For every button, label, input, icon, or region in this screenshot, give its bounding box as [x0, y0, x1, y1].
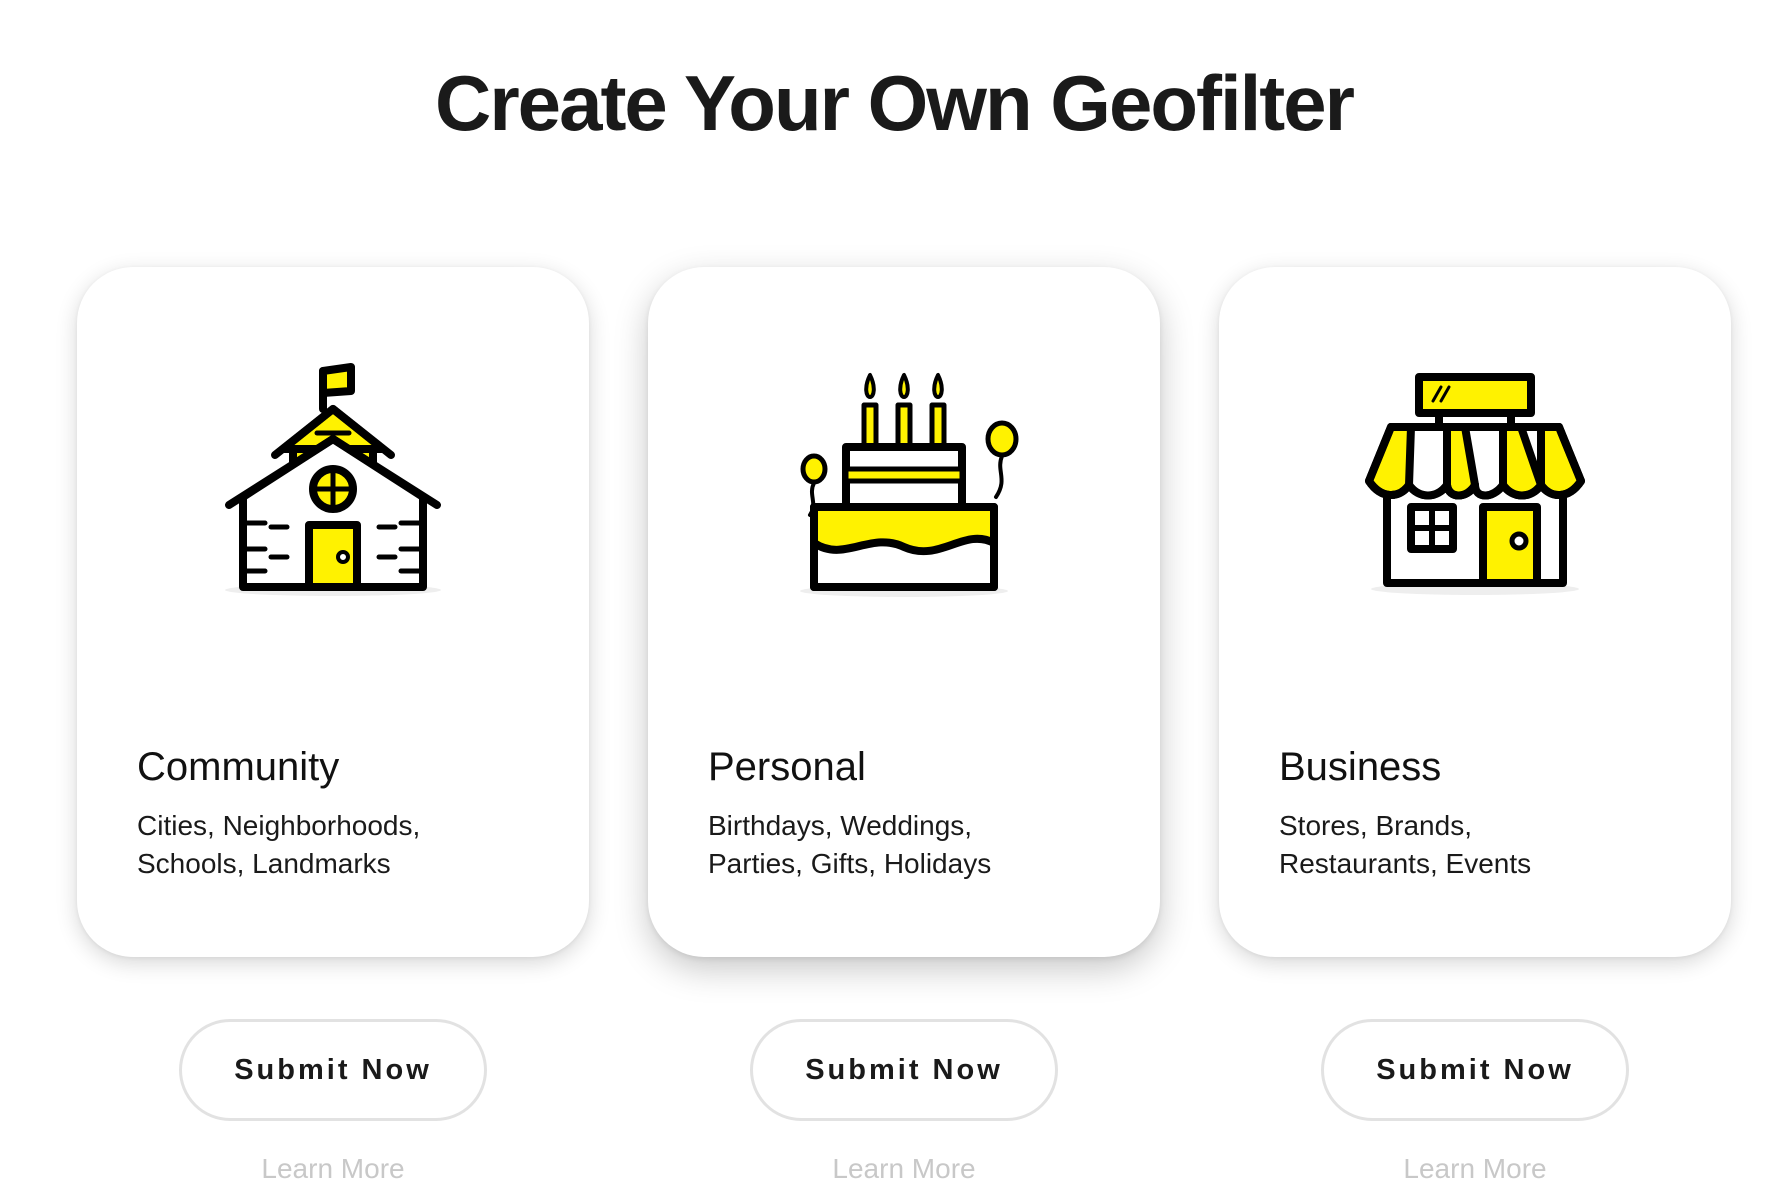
birthday-cake-icon	[784, 357, 1024, 597]
learn-more-link[interactable]: Learn More	[1219, 1153, 1731, 1185]
geofilter-options: Community Cities, Neighborhoods, Schools…	[0, 267, 1788, 1184]
business-option: Business Stores, Brands, Restaurants, Ev…	[1219, 267, 1731, 1184]
card-description-line: Cities, Neighborhoods,	[137, 810, 421, 841]
business-card[interactable]: Business Stores, Brands, Restaurants, Ev…	[1219, 267, 1731, 957]
personal-card[interactable]: Personal Birthdays, Weddings, Parties, G…	[648, 267, 1160, 957]
card-description: Cities, Neighborhoods, Schools, Landmark…	[137, 807, 557, 883]
submit-now-button[interactable]: Submit Now	[1321, 1019, 1629, 1121]
card-description-line: Restaurants, Events	[1279, 848, 1532, 879]
schoolhouse-icon	[213, 357, 453, 597]
community-option: Community Cities, Neighborhoods, Schools…	[77, 267, 589, 1184]
community-card[interactable]: Community Cities, Neighborhoods, Schools…	[77, 267, 589, 957]
learn-more-link[interactable]: Learn More	[648, 1153, 1160, 1185]
page-title: Create Your Own Geofilter	[435, 59, 1355, 147]
learn-more-link[interactable]: Learn More	[77, 1153, 589, 1185]
card-title: Personal	[708, 745, 866, 789]
card-description-line: Stores, Brands,	[1279, 810, 1472, 841]
card-description: Birthdays, Weddings, Parties, Gifts, Hol…	[708, 807, 1128, 883]
storefront-icon	[1355, 357, 1595, 597]
geofilter-page: Create Your Own Geofilter Community Citi…	[0, 0, 1788, 1204]
card-description-line: Schools, Landmarks	[137, 848, 391, 879]
personal-option: Personal Birthdays, Weddings, Parties, G…	[648, 267, 1160, 1184]
card-description-line: Birthdays, Weddings,	[708, 810, 973, 841]
card-title: Community	[137, 745, 340, 789]
card-description-line: Parties, Gifts, Holidays	[708, 848, 992, 879]
submit-now-button[interactable]: Submit Now	[179, 1019, 487, 1121]
card-title: Business	[1279, 745, 1442, 789]
submit-now-button[interactable]: Submit Now	[750, 1019, 1058, 1121]
card-description: Stores, Brands, Restaurants, Events	[1279, 807, 1699, 883]
